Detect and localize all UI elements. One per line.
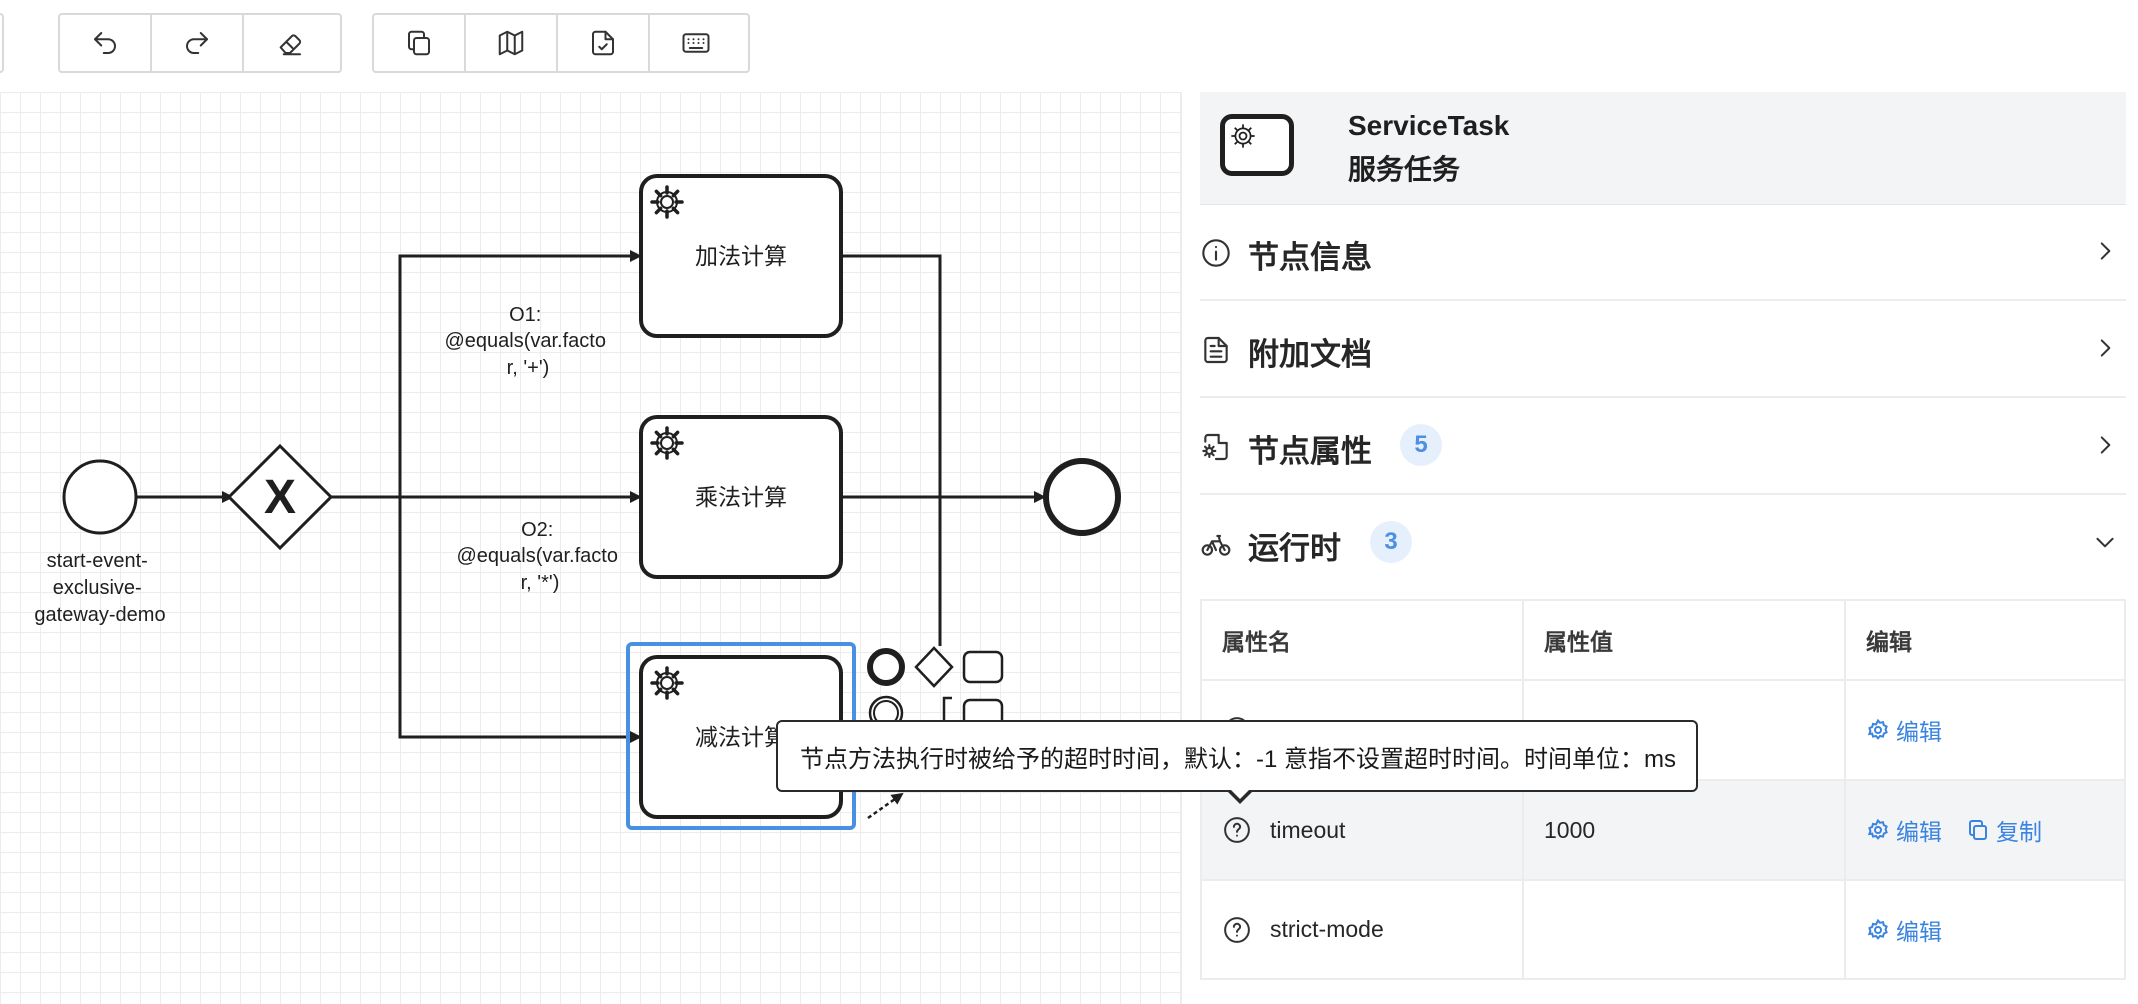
row-actions: 编辑 bbox=[1866, 681, 1966, 779]
panel-header: ServiceTask 服务任务 bbox=[1200, 92, 2126, 205]
row-value: 1000 bbox=[1544, 816, 1596, 843]
table-header-row: 属性名 属性值 编辑 bbox=[1202, 601, 2124, 681]
append-task-icon bbox=[962, 650, 1004, 684]
service-task-icon bbox=[1220, 114, 1294, 176]
section-runtime[interactable]: 运行时 3 bbox=[1200, 495, 2126, 592]
start-event bbox=[62, 459, 138, 535]
runtime-count-badge: 3 bbox=[1370, 521, 1412, 563]
end-event bbox=[1043, 458, 1121, 536]
node-props-count-badge: 5 bbox=[1400, 424, 1442, 466]
help-icon[interactable] bbox=[1222, 815, 1252, 845]
svg-text:减法计算: 减法计算 bbox=[695, 725, 787, 751]
edit-button[interactable]: 编辑 bbox=[1866, 713, 1942, 747]
document-icon bbox=[1204, 336, 1228, 364]
flow-gateway-to-subtract bbox=[398, 497, 642, 743]
section-attached-docs[interactable]: 附加文档 bbox=[1200, 301, 2126, 398]
row-actions: 编辑 复制 bbox=[1866, 781, 2066, 879]
task-add[interactable]: 加法计算 bbox=[639, 174, 843, 338]
timeout-tooltip: 节点方法执行时被给予的超时时间，默认：-1 意指不设置超时时间。时间单位：ms bbox=[776, 720, 1698, 792]
table-row-highlighted: timeout 1000 编辑 复制 bbox=[1202, 781, 2124, 881]
column-divider bbox=[1844, 601, 1846, 978]
header-edit: 编辑 bbox=[1866, 629, 1912, 655]
connect-tool-icon bbox=[867, 792, 904, 820]
gear-icon bbox=[1231, 124, 1255, 148]
append-gateway-icon bbox=[914, 646, 954, 688]
table-row: strict-mode 编辑 bbox=[1202, 881, 2124, 978]
gateway-x-symbol: X bbox=[264, 471, 296, 524]
row-name-cell: strict-mode bbox=[1222, 881, 1384, 978]
copy-button[interactable]: 复制 bbox=[1966, 813, 2042, 847]
chevron-right-icon bbox=[2100, 242, 2111, 260]
section-node-props[interactable]: 节点属性 5 bbox=[1200, 398, 2126, 495]
svg-text:乘法计算: 乘法计算 bbox=[695, 485, 787, 511]
edit-button[interactable]: 编辑 bbox=[1866, 813, 1942, 847]
header-property-value: 属性值 bbox=[1544, 629, 1613, 655]
bpmn-diagram: start-event- exclusive- gateway-demo X O… bbox=[34, 174, 1121, 830]
panel-title: ServiceTask bbox=[1348, 110, 1510, 141]
settings-file-icon bbox=[1202, 433, 1228, 461]
flow1-condition-label: O1: @equals(var.facto r, '+') bbox=[444, 304, 611, 379]
edit-button[interactable]: 编辑 bbox=[1866, 913, 1942, 947]
tooltip-arrow-inner bbox=[1229, 788, 1251, 799]
row-actions: 编辑 bbox=[1866, 881, 1966, 978]
task-multiply[interactable]: 乘法计算 bbox=[639, 415, 843, 579]
start-event-label: start-event- exclusive- gateway-demo bbox=[34, 550, 165, 626]
section-runtime-label: 运行时 bbox=[1248, 531, 1341, 566]
append-end-event-icon bbox=[867, 648, 905, 686]
chevron-right-icon bbox=[2100, 436, 2111, 454]
row-name: strict-mode bbox=[1270, 916, 1384, 942]
gear-icon bbox=[1867, 918, 1888, 940]
text-annotation-icon bbox=[942, 696, 952, 722]
help-icon[interactable] bbox=[1222, 915, 1252, 945]
section-node-info[interactable]: 节点信息 bbox=[1200, 204, 2126, 301]
panel-subtitle: 服务任务 bbox=[1348, 154, 1461, 185]
flow2-condition-label: O2: @equals(var.facto r, '*') bbox=[456, 519, 623, 594]
properties-panel: ServiceTask 服务任务 节点信息 附加文档 节点属性 5 运行时 3 … bbox=[1180, 92, 2138, 1004]
svg-text:加法计算: 加法计算 bbox=[695, 244, 787, 270]
header-property-name: 属性名 bbox=[1222, 629, 1291, 655]
section-node-props-label: 节点属性 bbox=[1248, 434, 1372, 469]
chevron-down-icon bbox=[2096, 537, 2114, 548]
section-attached-docs-label: 附加文档 bbox=[1248, 337, 1372, 372]
chevron-right-icon bbox=[2100, 339, 2111, 357]
section-node-info-label: 节点信息 bbox=[1248, 240, 1372, 275]
info-icon bbox=[1202, 239, 1230, 267]
copy-icon bbox=[1969, 820, 1987, 840]
gear-icon bbox=[1867, 818, 1888, 840]
bike-icon bbox=[1201, 534, 1231, 556]
flow-add-to-end bbox=[840, 254, 942, 646]
gear-icon bbox=[1867, 718, 1888, 740]
row-name: timeout bbox=[1270, 816, 1346, 843]
